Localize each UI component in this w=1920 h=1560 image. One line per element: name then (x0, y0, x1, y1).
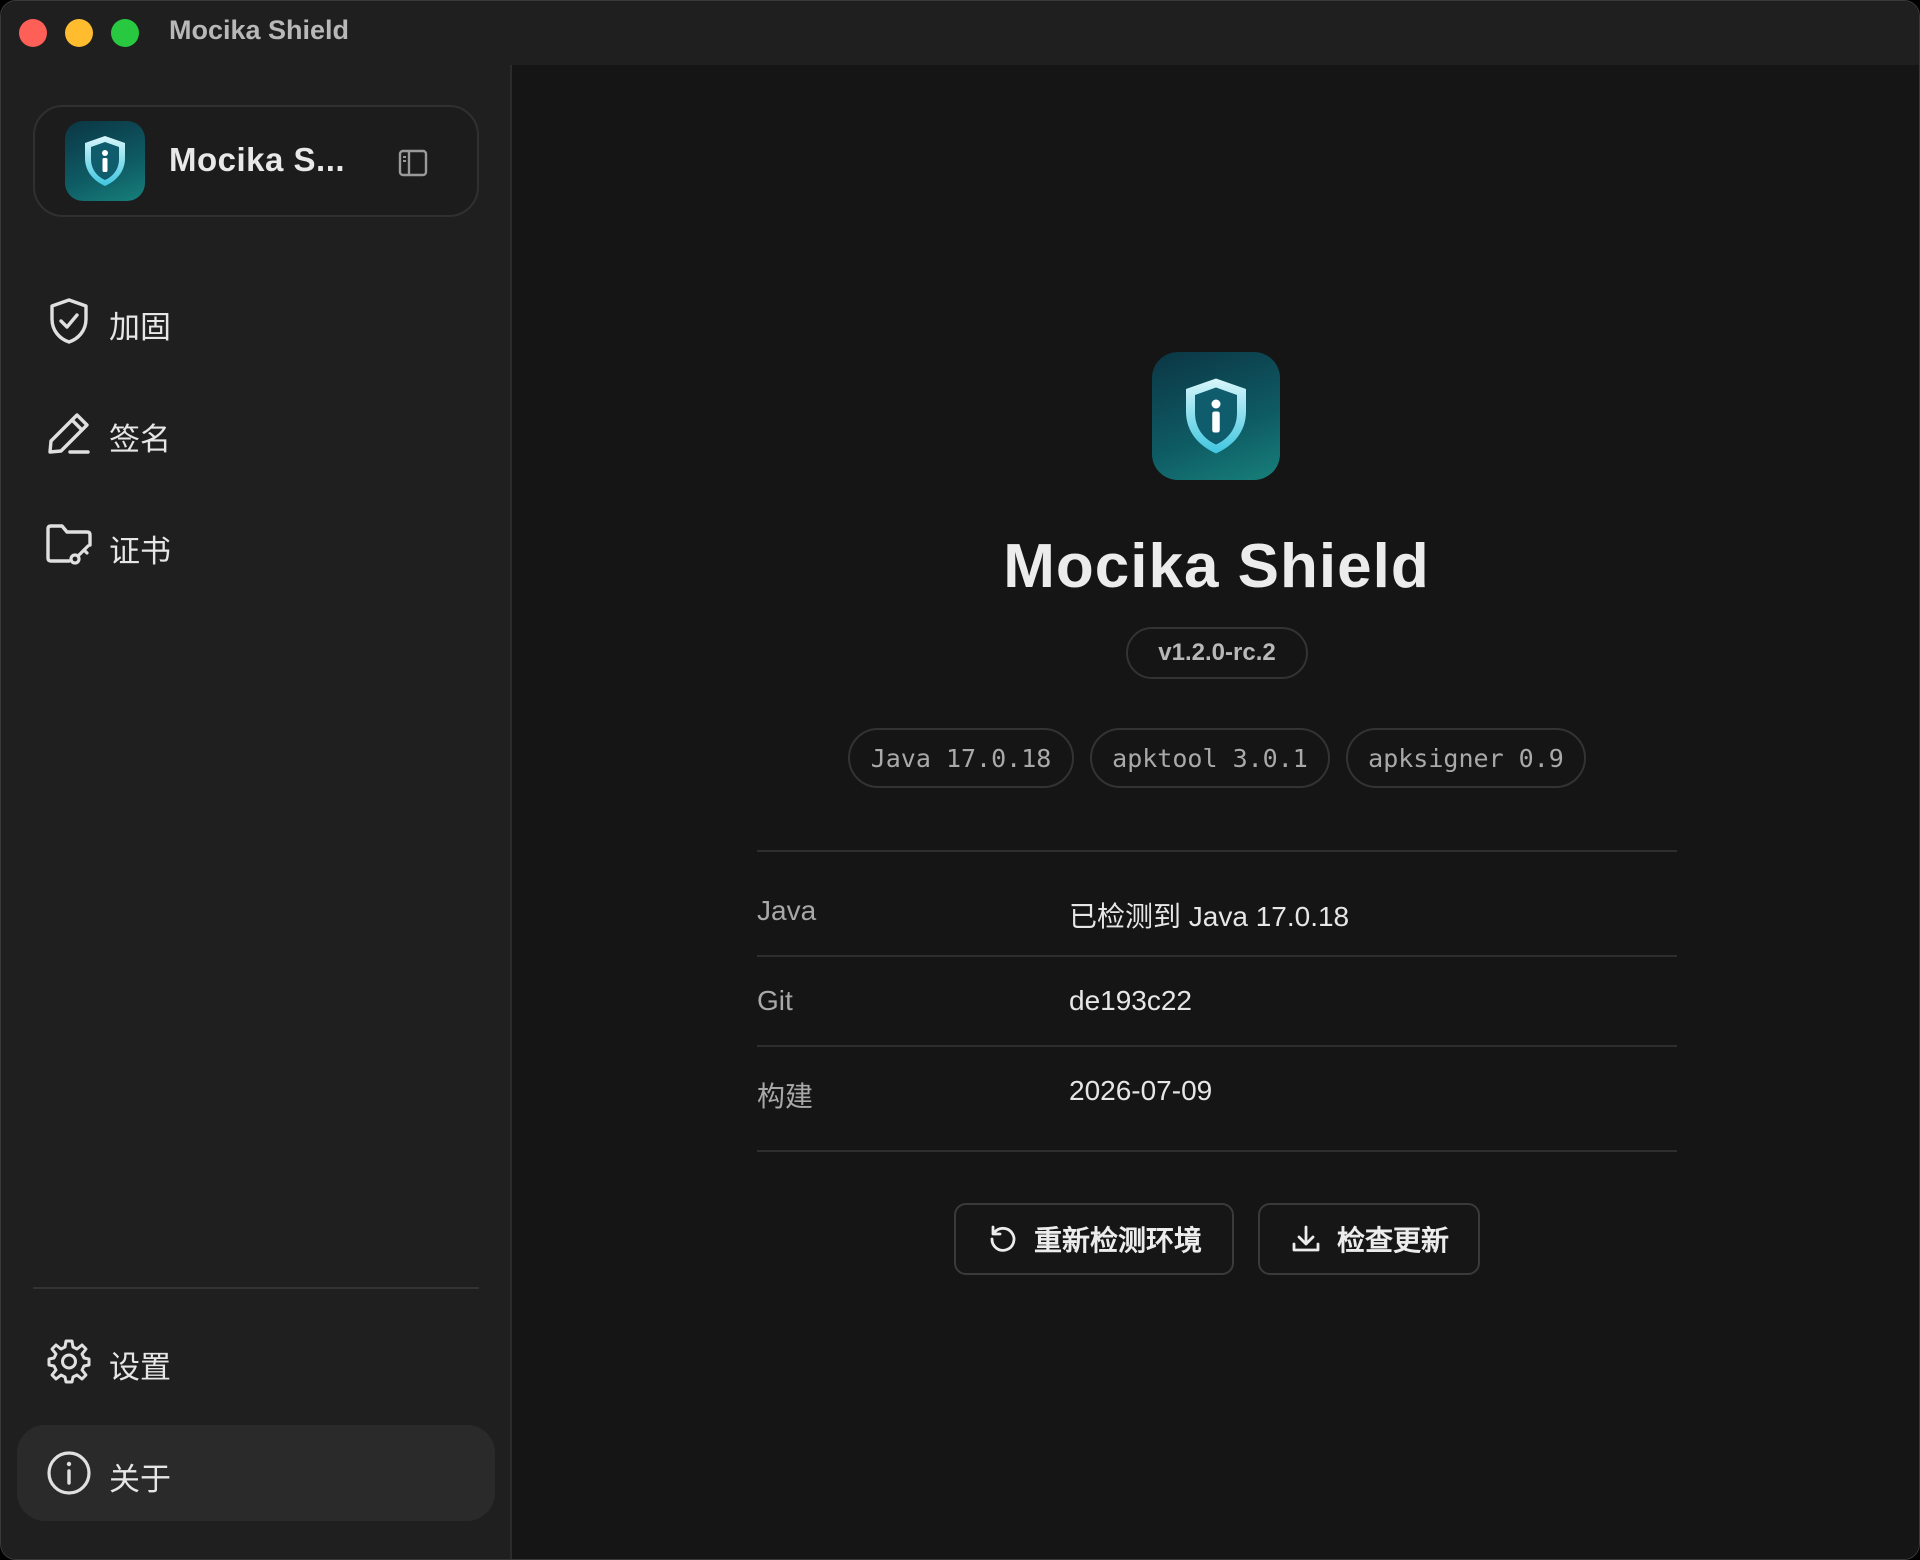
version-badge: v1.2.0-rc.2 (1126, 627, 1308, 679)
check-update-button-label: 检查更新 (1336, 1224, 1449, 1257)
sidebar-item-settings[interactable]: 设置 (17, 1313, 495, 1409)
sidebar-item-label: 设置 (109, 1350, 171, 1386)
sidebar-item-harden[interactable]: 加固 (17, 273, 495, 369)
sidebar-item-about[interactable]: 关于 (17, 1425, 495, 1521)
table-divider (757, 1150, 1677, 1152)
app-logo-icon (1152, 352, 1280, 480)
app-window: Mocika Shield Mocika S... 加固 签名 证书 设置 关于… (0, 0, 1920, 1560)
maximize-window-button[interactable] (111, 19, 139, 47)
sidebar-item-label: 签名 (109, 422, 171, 458)
close-window-button[interactable] (19, 19, 47, 47)
recheck-button-label: 重新检测环境 (1033, 1224, 1202, 1257)
app-name-label: Mocika S... (169, 141, 346, 178)
table-divider (757, 850, 1677, 852)
app-logo-icon (65, 121, 145, 201)
app-title: Mocika Shield (1003, 532, 1430, 601)
recheck-environment-button[interactable]: 重新检测环境 (954, 1203, 1234, 1275)
check-update-button[interactable]: 检查更新 (1258, 1203, 1480, 1275)
folder-key-icon (45, 521, 93, 569)
info-label-java: Java (757, 895, 817, 926)
apktool-version-badge: apktool 3.0.1 (1090, 728, 1330, 788)
sidebar-divider (33, 1287, 479, 1289)
window-title: Mocika Shield (169, 15, 350, 45)
app-header-card: Mocika S... (33, 105, 479, 217)
apksigner-version-badge: apksigner 0.9 (1346, 728, 1586, 788)
gear-icon (45, 1337, 93, 1385)
sidebar-item-sign[interactable]: 签名 (17, 385, 495, 481)
minimize-window-button[interactable] (65, 19, 93, 47)
table-divider (757, 1045, 1677, 1047)
java-version-badge: Java 17.0.18 (848, 728, 1074, 788)
sidebar: Mocika S... 加固 签名 证书 设置 关于 (1, 65, 512, 1559)
table-divider (757, 955, 1677, 957)
download-icon (1289, 1222, 1323, 1256)
sidebar-toggle-icon[interactable] (395, 145, 431, 181)
info-value-build: 2026-07-09 (1069, 1075, 1213, 1106)
about-panel: Mocika Shield v1.2.0-rc.2 Java 17.0.18 a… (512, 65, 1919, 1559)
sidebar-item-label: 加固 (109, 310, 171, 346)
info-value-git: de193c22 (1069, 985, 1193, 1016)
info-value-java: 已检测到 Java 17.0.18 (1069, 901, 1350, 932)
sidebar-item-label: 证书 (109, 534, 171, 570)
shield-check-icon (45, 297, 93, 345)
refresh-icon (986, 1222, 1020, 1256)
pen-icon (45, 409, 93, 457)
sidebar-item-certificate[interactable]: 证书 (17, 497, 495, 593)
info-label-build: 构建 (757, 1081, 814, 1112)
sidebar-item-label: 关于 (109, 1462, 171, 1498)
info-label-git: Git (757, 985, 793, 1016)
info-icon (45, 1449, 93, 1497)
title-bar: Mocika Shield (1, 1, 1919, 65)
